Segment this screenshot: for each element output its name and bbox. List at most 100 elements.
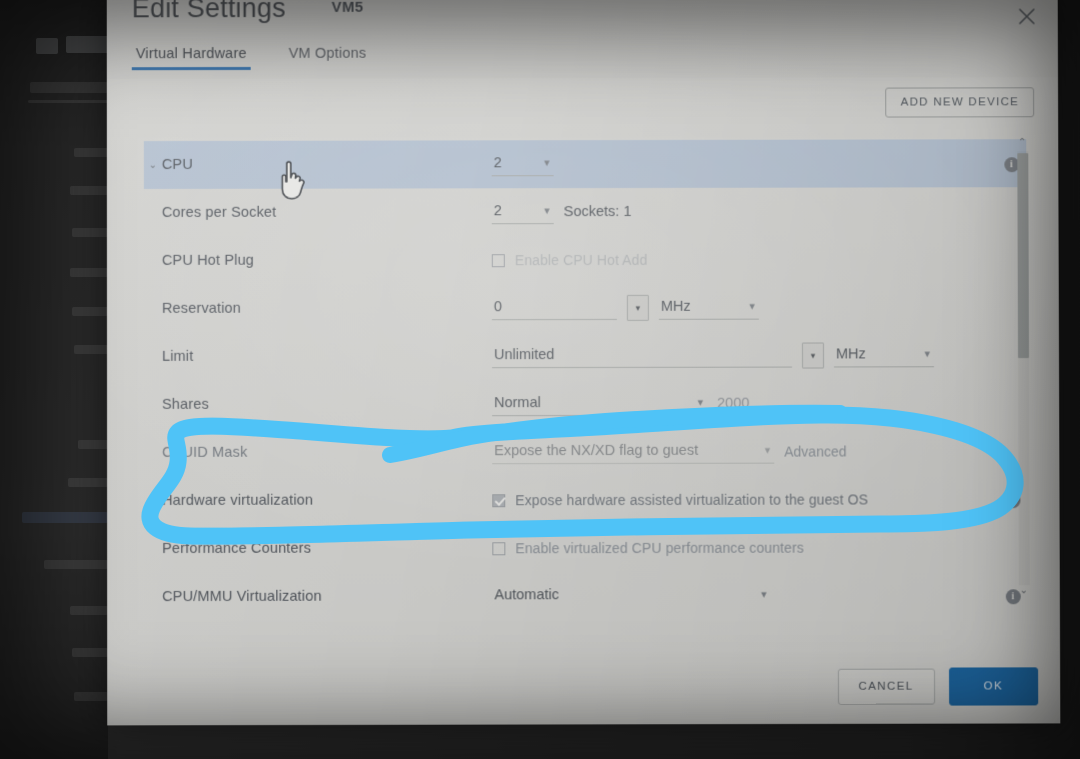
- limit-stepper[interactable]: ▾: [801, 342, 825, 369]
- row-cpu-mmu-virtualization: CPU/MMU Virtualization Automatic ▾ i: [144, 571, 1028, 607]
- reservation-value: 0: [493, 298, 502, 315]
- row-control-cpu-hot-plug: Enable CPU Hot Add: [491, 251, 997, 269]
- row-label-shares: Shares: [162, 396, 209, 413]
- background-ghost-selected: [22, 512, 108, 523]
- limit-unit-select[interactable]: MHz ▾: [833, 343, 935, 367]
- reservation-input[interactable]: 0: [491, 296, 617, 320]
- limit-input[interactable]: Unlimited: [491, 344, 793, 368]
- row-reservation: Reservation 0 ▾ MHz ▾: [144, 283, 1027, 333]
- background-ghost-text: [30, 82, 108, 93]
- enable-cpu-hot-add-label: Enable CPU Hot Add: [514, 251, 648, 269]
- enable-cpu-hot-add-checkbox[interactable]: [491, 253, 505, 267]
- row-control-shares: Normal ▾ 2000: [492, 392, 997, 416]
- enable-virtualized-cpu-performance-counters-label: Enable virtualized CPU performance count…: [515, 539, 804, 557]
- tab-bar: Virtual Hardware VM Options: [132, 43, 371, 78]
- row-control-cpu-mmu-virtualization: Automatic ▾: [492, 584, 997, 607]
- settings-scrollbar[interactable]: ⌃ ⌄: [1014, 137, 1032, 599]
- background-ghost-text: [74, 692, 108, 701]
- cpu-mmu-virtualization-select[interactable]: Automatic ▾: [492, 584, 771, 607]
- add-device-toolbar: ADD NEW DEVICE: [885, 87, 1035, 118]
- row-shares: Shares Normal ▾ 2000: [144, 379, 1027, 429]
- tab-vm-options[interactable]: VM Options: [285, 43, 371, 72]
- row-control-hardware-virtualization: Expose hardware assisted virtualization …: [492, 491, 997, 508]
- vm-name-label: VM5: [331, 0, 364, 16]
- row-label-performance-counters: Performance Counters: [162, 540, 312, 558]
- chevron-down-icon: ▾: [749, 300, 755, 313]
- background-ghost-text: [72, 307, 108, 316]
- ok-button[interactable]: OK: [948, 667, 1039, 706]
- background-ghost-text: [72, 228, 108, 237]
- background-ghost-text: [68, 478, 108, 487]
- row-control-cpuid-mask: Expose the NX/XD flag to guest ▾ Advance…: [492, 440, 997, 464]
- add-new-device-button[interactable]: ADD NEW DEVICE: [885, 87, 1035, 118]
- background-sidebar: [0, 0, 108, 759]
- row-label-hardware-virtualization: Hardware virtualization: [162, 492, 314, 509]
- chevron-down-icon: ▾: [924, 348, 931, 361]
- expose-hardware-virtualization-label: Expose hardware assisted virtualization …: [515, 491, 869, 509]
- row-cpuid-mask: CPUID Mask Expose the NX/XD flag to gues…: [144, 427, 1027, 477]
- background-ghost-text: [66, 36, 110, 53]
- cpu-count-value: 2: [493, 154, 502, 171]
- background-ghost-text: [72, 648, 108, 657]
- background-ghost-text: [74, 345, 108, 354]
- row-label-cpu: CPU: [161, 156, 193, 173]
- shares-value: Normal: [494, 394, 541, 411]
- scroll-down-arrow-icon[interactable]: ⌄: [1016, 585, 1032, 599]
- dialog-footer: CANCEL OK: [837, 667, 1039, 706]
- sockets-count-label: Sockets: 1: [563, 203, 632, 221]
- cpu-mmu-virtualization-value: Automatic: [494, 586, 559, 603]
- row-limit: Limit Unlimited ▾ MHz ▾: [144, 331, 1027, 381]
- tab-virtual-hardware[interactable]: Virtual Hardware: [132, 43, 251, 72]
- row-label-cpuid-mask: CPUID Mask: [162, 444, 248, 461]
- background-ghost-text: [70, 606, 108, 615]
- row-control-reservation: 0 ▾ MHz ▾: [491, 294, 997, 321]
- row-cpu[interactable]: ⌄ CPU 2 ▾ i: [143, 139, 1027, 190]
- chevron-down-icon: ▾: [544, 157, 550, 170]
- row-label-cpu-hot-plug: CPU Hot Plug: [161, 252, 254, 269]
- cpuid-mask-value: Expose the NX/XD flag to guest: [494, 442, 699, 459]
- background-ghost-text: [78, 440, 108, 449]
- cancel-button[interactable]: CANCEL: [837, 668, 935, 705]
- collapse-chevron-icon[interactable]: ⌄: [144, 160, 162, 171]
- shares-select[interactable]: Normal ▾: [492, 392, 708, 416]
- cpuid-mask-select[interactable]: Expose the NX/XD flag to guest ▾: [492, 440, 775, 464]
- row-control-performance-counters: Enable virtualized CPU performance count…: [492, 539, 997, 556]
- edit-settings-dialog: Edit Settings VM5 Virtual Hardware VM Op…: [106, 0, 1061, 726]
- row-control-cpu: 2 ▾: [491, 152, 997, 176]
- cores-per-socket-value: 2: [493, 202, 502, 219]
- cpuid-mask-advanced-link[interactable]: Advanced: [784, 443, 846, 459]
- cpu-count-select[interactable]: 2 ▾: [491, 152, 554, 176]
- dialog-header: Edit Settings VM5 Virtual Hardware VM Op…: [106, 0, 1058, 80]
- background-ghost-text: [36, 38, 58, 54]
- reservation-stepper[interactable]: ▾: [626, 294, 649, 321]
- chevron-down-icon: ▾: [761, 588, 767, 601]
- screenshot-photo: Edit Settings VM5 Virtual Hardware VM Op…: [0, 0, 1080, 759]
- expose-hardware-virtualization-checkbox[interactable]: [492, 493, 506, 507]
- row-cpu-hot-plug: CPU Hot Plug Enable CPU Hot Add: [144, 235, 1027, 285]
- row-label-cores-per-socket: Cores per Socket: [161, 204, 277, 221]
- background-ghost-text: [74, 148, 108, 157]
- chevron-down-icon: ▾: [544, 205, 550, 218]
- limit-unit-value: MHz: [835, 345, 866, 362]
- background-ghost-divider: [28, 100, 108, 103]
- close-icon[interactable]: [1014, 3, 1040, 29]
- row-hardware-virtualization: Hardware virtualization Expose hardware …: [144, 475, 1027, 525]
- row-cores-per-socket: Cores per Socket 2 ▾ Sockets: 1: [144, 187, 1027, 237]
- chevron-down-icon: ▾: [697, 396, 704, 409]
- row-label-limit: Limit: [161, 348, 194, 365]
- background-ghost-text: [44, 560, 108, 569]
- scroll-up-arrow-icon[interactable]: ⌃: [1014, 137, 1030, 151]
- chevron-down-icon: ▾: [764, 444, 771, 457]
- shares-amount-value: 2000: [717, 395, 750, 412]
- scrollbar-thumb[interactable]: [1017, 153, 1030, 359]
- row-performance-counters: Performance Counters Enable virtualized …: [144, 523, 1028, 573]
- reservation-unit-select[interactable]: MHz ▾: [658, 296, 759, 320]
- cores-per-socket-select[interactable]: 2 ▾: [491, 200, 554, 224]
- row-control-limit: Unlimited ▾ MHz ▾: [491, 342, 997, 369]
- reservation-unit-value: MHz: [660, 298, 691, 315]
- background-ghost-text: [70, 268, 108, 277]
- row-label-cpu-mmu-virtualization: CPU/MMU Virtualization: [162, 588, 322, 606]
- row-label-reservation: Reservation: [161, 300, 241, 317]
- row-control-cores-per-socket: 2 ▾ Sockets: 1: [491, 200, 997, 224]
- enable-virtualized-cpu-performance-counters-checkbox[interactable]: [492, 541, 506, 555]
